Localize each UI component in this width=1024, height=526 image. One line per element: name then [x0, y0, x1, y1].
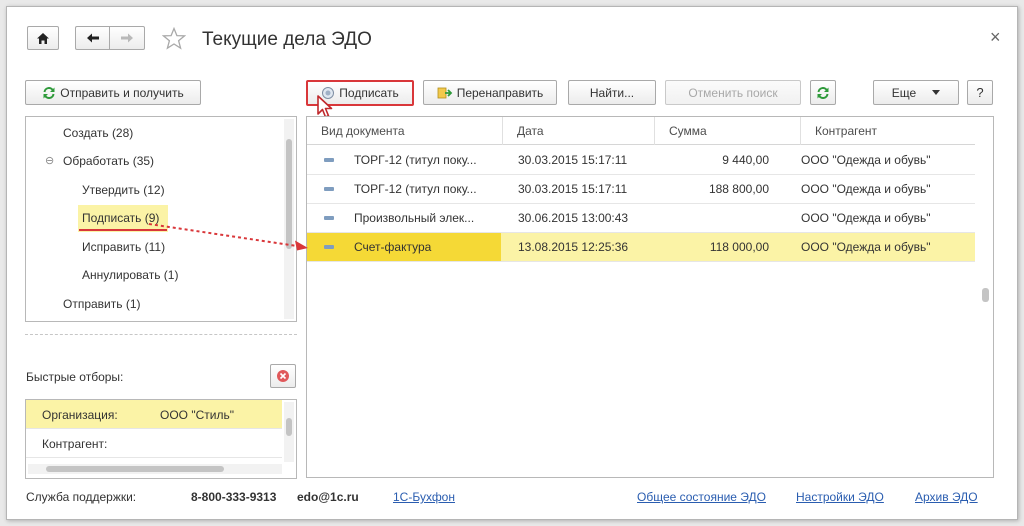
document-icon	[324, 187, 334, 191]
quick-filters-panel: Организация: ООО "Стиль" Контрагент:	[25, 399, 297, 479]
support-email: edo@1c.ru	[297, 490, 359, 504]
support-phone: 8-800-333-9313	[191, 490, 277, 504]
support-label: Служба поддержки:	[26, 490, 137, 504]
home-icon	[36, 32, 50, 45]
sign-label: Подписать	[339, 86, 399, 100]
filters-hscrollbar-thumb[interactable]	[46, 466, 224, 472]
tree-scrollbar[interactable]	[284, 119, 294, 319]
cell-doc-type: Счет-фактура	[354, 240, 432, 254]
cell-partner: ООО "Одежда и обувь"	[801, 240, 931, 254]
redirect-button[interactable]: Перенаправить	[423, 80, 557, 105]
documents-grid: Вид документа Дата Сумма Контрагент ТОРГ…	[306, 116, 994, 478]
arrow-left-icon	[86, 32, 100, 44]
refresh-icon	[816, 86, 830, 100]
star-icon[interactable]	[161, 26, 187, 53]
cancel-search-button[interactable]: Отменить поиск	[665, 80, 801, 105]
forward-button[interactable]	[109, 26, 145, 50]
cell-sum: 188 800,00	[708, 182, 769, 196]
filter-field-organization: Организация:	[42, 408, 118, 422]
cell-date: 30.03.2015 15:17:11	[518, 182, 628, 196]
column-header-doc-type[interactable]: Вид документа	[307, 117, 503, 145]
cell-partner: ООО "Одежда и обувь"	[801, 211, 931, 225]
grid-scrollbar[interactable]	[981, 118, 991, 474]
grid-scrollbar-thumb[interactable]	[982, 288, 989, 302]
filter-field-partner: Контрагент:	[42, 437, 108, 451]
buhfon-link[interactable]: 1С-Бухфон	[393, 490, 455, 504]
close-button[interactable]: ×	[990, 27, 1001, 48]
edo-settings-link[interactable]: Настройки ЭДО	[796, 490, 884, 504]
tree-panel: Создать (28) ⊖ Обработать (35) Утвердить…	[25, 116, 297, 322]
annotation-arrow	[148, 223, 308, 251]
cell-date: 30.06.2015 13:00:43	[518, 211, 629, 225]
find-button[interactable]: Найти...	[568, 80, 656, 105]
filters-vscrollbar-thumb[interactable]	[286, 418, 292, 436]
tree-expand-toggle[interactable]: ⊖	[45, 154, 54, 167]
document-icon	[324, 216, 334, 220]
column-header-sum[interactable]: Сумма	[655, 117, 801, 145]
cell-sum: 118 000,00	[709, 240, 769, 254]
main-window: Текущие дела ЭДО × Отправить и получить …	[6, 6, 1018, 520]
filter-row-partner[interactable]: Контрагент:	[26, 429, 282, 458]
tree-item-approve[interactable]: Утвердить (12)	[82, 183, 165, 197]
cell-doc-type: ТОРГ-12 (титул поку...	[354, 182, 477, 196]
more-button[interactable]: Еще	[873, 80, 959, 105]
arrow-right-icon	[120, 32, 134, 44]
page-title: Текущие дела ЭДО	[202, 29, 372, 50]
clear-filters-button[interactable]	[270, 364, 296, 388]
table-row-selected[interactable]: Счет-фактура 13.08.2015 12:25:36 118 000…	[307, 233, 975, 262]
document-icon	[324, 158, 334, 162]
cell-doc-type: ТОРГ-12 (титул поку...	[354, 153, 477, 167]
cell-sum: 9 440,00	[722, 153, 769, 167]
filters-vscrollbar[interactable]	[284, 402, 294, 462]
send-receive-button[interactable]: Отправить и получить	[25, 80, 201, 105]
refresh-button[interactable]	[810, 80, 836, 105]
splitter[interactable]	[25, 334, 297, 335]
cell-partner: ООО "Одежда и обувь"	[801, 153, 931, 167]
tree-item-send[interactable]: Отправить (1)	[63, 297, 141, 311]
table-row[interactable]: ТОРГ-12 (титул поку... 30.03.2015 15:17:…	[307, 146, 975, 175]
send-receive-label: Отправить и получить	[60, 85, 184, 100]
chevron-down-icon	[932, 90, 941, 95]
tree-item-annul[interactable]: Аннулировать (1)	[82, 268, 178, 282]
edo-archive-link[interactable]: Архив ЭДО	[915, 490, 978, 504]
more-label: Еще	[891, 85, 917, 100]
grid-header: Вид документа Дата Сумма Контрагент	[307, 117, 975, 145]
cell-doc-type: Произвольный элек...	[354, 211, 475, 225]
filter-value-organization[interactable]: ООО "Стиль"	[160, 408, 234, 422]
cell-date: 13.08.2015 12:25:36	[518, 240, 629, 254]
tree-item-process[interactable]: Обработать (35)	[63, 154, 154, 168]
redirect-label: Перенаправить	[456, 85, 544, 100]
filter-row-organization[interactable]: Организация: ООО "Стиль"	[26, 400, 282, 429]
cell-sum	[657, 204, 769, 232]
redirect-icon	[437, 86, 453, 100]
tree-item-create[interactable]: Создать (28)	[63, 126, 133, 140]
clear-icon	[276, 369, 290, 383]
home-button[interactable]	[27, 26, 59, 50]
edo-status-link[interactable]: Общее состояние ЭДО	[637, 490, 766, 504]
table-row[interactable]: ТОРГ-12 (титул поку... 30.03.2015 15:17:…	[307, 175, 975, 204]
quick-filters-label: Быстрые отборы:	[26, 370, 124, 384]
cell-partner: ООО "Одежда и обувь"	[801, 182, 931, 196]
table-row[interactable]: Произвольный элек... 30.06.2015 13:00:43…	[307, 204, 975, 233]
help-button[interactable]: ?	[967, 80, 993, 105]
document-icon	[324, 245, 334, 249]
cell-date: 30.03.2015 15:17:11	[518, 153, 628, 167]
column-header-partner[interactable]: Контрагент	[801, 117, 975, 145]
refresh-icon	[42, 86, 56, 100]
filters-hscrollbar[interactable]	[28, 464, 282, 474]
column-header-date[interactable]: Дата	[503, 117, 655, 145]
back-button[interactable]	[75, 26, 109, 50]
